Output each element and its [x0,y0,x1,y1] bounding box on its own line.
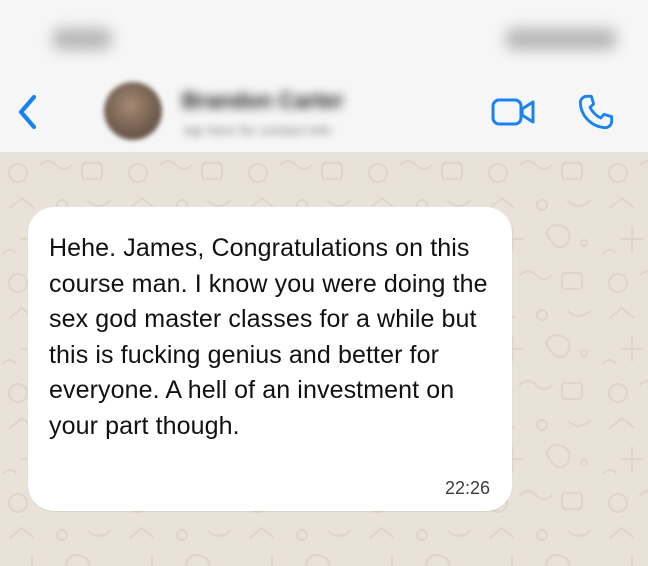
chat-area[interactable]: Hehe. James, Congratulations on this cou… [0,153,648,566]
contact-info[interactable]: Brandon Carter tap here for contact info [178,82,438,142]
video-call-button[interactable] [486,90,542,134]
contact-subtitle: tap here for contact info [184,122,332,138]
phone-icon [578,94,614,130]
status-time [52,28,112,50]
status-indicators [505,28,617,50]
contact-name: Brandon Carter [182,88,344,113]
avatar[interactable] [104,82,162,140]
voice-call-button[interactable] [572,90,620,134]
chat-header: Brandon Carter tap here for contact info [0,72,648,153]
message-bubble[interactable]: Hehe. James, Congratulations on this cou… [28,207,512,511]
message-timestamp: 22:26 [444,478,490,498]
back-button[interactable] [8,90,48,134]
status-bar [0,0,648,72]
video-camera-icon [491,98,535,126]
chevron-left-icon [18,94,37,130]
message-text: Hehe. James, Congratulations on this cou… [49,234,488,440]
